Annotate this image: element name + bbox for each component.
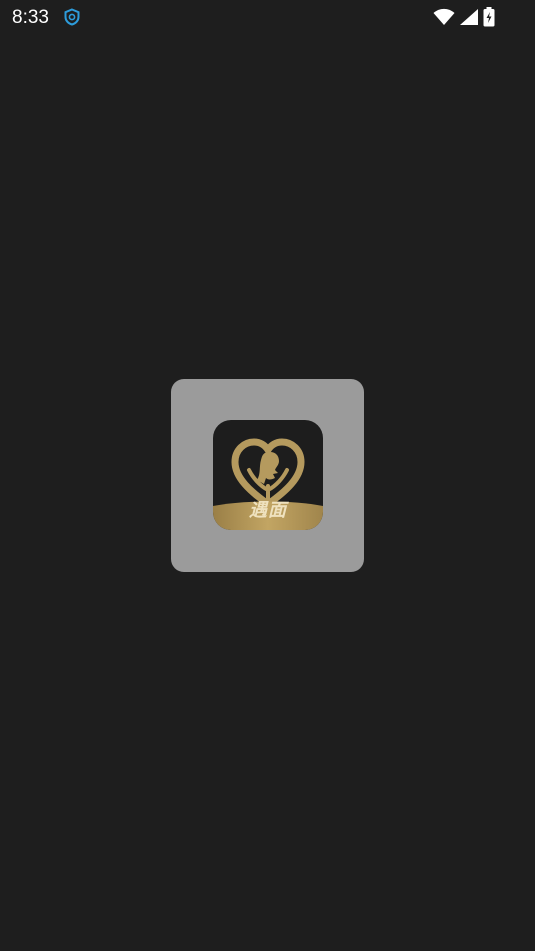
logo-wordmark: 遇面 <box>249 500 287 521</box>
app-logo: 遇面 <box>213 420 323 530</box>
splash-loading-card: 遇面 <box>171 379 364 572</box>
security-shield-icon <box>63 8 81 26</box>
status-bar: 8:33 <box>0 0 535 36</box>
battery-charging-icon <box>483 7 495 27</box>
wifi-icon <box>433 8 455 26</box>
cellular-signal-icon <box>459 8 479 26</box>
status-time: 8:33 <box>12 7 49 28</box>
status-icons <box>433 6 495 28</box>
